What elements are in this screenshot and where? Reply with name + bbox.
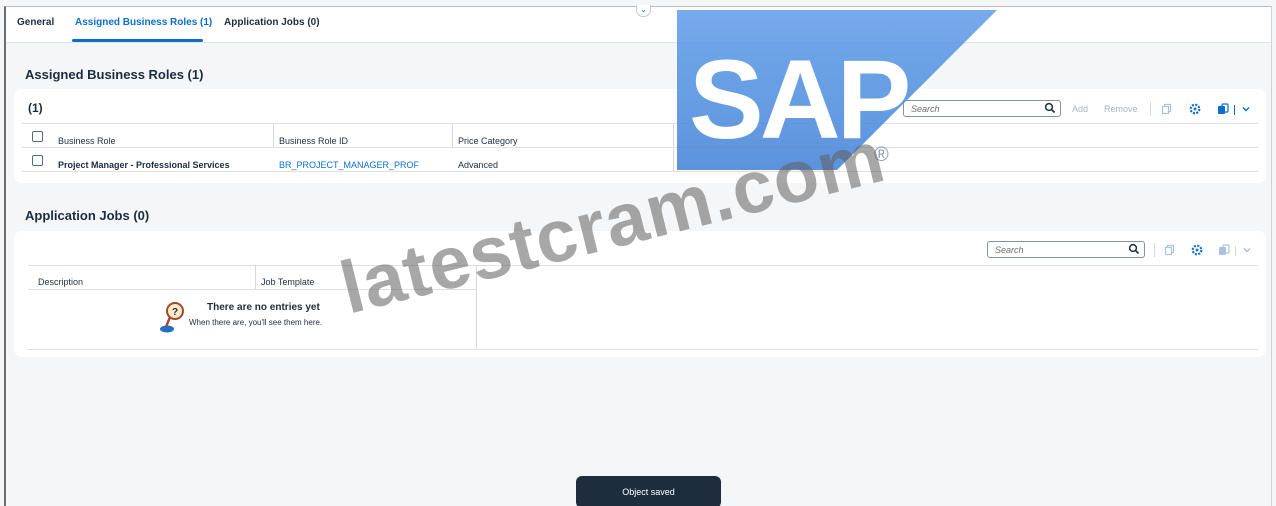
copy-icon[interactable] [1164,244,1176,256]
roles-table-header-top [22,123,1258,124]
settings-icon[interactable] [1191,244,1203,256]
column-divider [452,123,453,147]
export-icon[interactable] [1217,103,1229,115]
column-header-job-template[interactable]: Job Template [261,277,314,287]
jobs-search-placeholder: Search [995,245,1024,255]
column-header-business-role-id[interactable]: Business Role ID [279,136,348,146]
cell-business-role-id-link[interactable]: BR_PROJECT_MANAGER_PROF [279,160,419,170]
add-button[interactable]: Add [1072,104,1088,114]
export-separator [1234,105,1235,115]
jobs-table-header-top [28,265,1258,266]
roles-table-card: (1) Search Add Remove Business Role Busi… [14,89,1266,183]
svg-text:?: ? [172,307,178,318]
chevron-down-icon[interactable] [1241,104,1251,114]
export-separator [1235,246,1236,256]
settings-icon[interactable] [1189,103,1201,115]
tab-general[interactable]: General [17,17,54,28]
jobs-section-title: Application Jobs (0) [25,208,150,223]
roles-section-title: Assigned Business Roles (1) [25,67,204,82]
toast-message: Object saved [576,476,721,506]
column-header-price-category[interactable]: Price Category [458,136,518,146]
cell-price-category: Advanced [458,160,499,170]
row-checkbox[interactable] [32,155,43,166]
chevron-down-icon[interactable] [1242,245,1252,255]
column-header-business-role[interactable]: Business Role [58,136,116,146]
roles-table-count: (1) [28,101,43,115]
jobs-table-bottom [28,349,1258,350]
active-tab-indicator [72,39,203,42]
roles-table-header-bottom [22,147,1258,148]
search-icon[interactable] [1044,102,1056,114]
remove-button[interactable]: Remove [1104,104,1138,114]
tab-application-jobs[interactable]: Application Jobs (0) [224,17,320,28]
empty-state-title: There are no entries yet [207,302,320,313]
no-data-illustration-icon: ? [160,302,184,333]
tab-assigned-business-roles[interactable]: Assigned Business Roles (1) [75,17,212,28]
select-all-checkbox[interactable] [32,131,43,142]
chevron-down-icon: ⌄ [640,5,647,14]
cell-business-role: Project Manager - Professional Services [58,160,230,170]
toolbar-separator [1154,243,1155,257]
toolbar-separator [1150,102,1151,116]
empty-state-description: When there are, you'll see them here. [189,318,323,327]
jobs-search-input[interactable]: Search [987,241,1145,258]
column-divider [255,265,256,289]
search-icon[interactable] [1128,243,1140,255]
export-icon[interactable] [1218,244,1230,256]
column-header-description[interactable]: Description [38,277,83,287]
copy-icon[interactable] [1161,103,1173,115]
column-divider [273,123,274,147]
